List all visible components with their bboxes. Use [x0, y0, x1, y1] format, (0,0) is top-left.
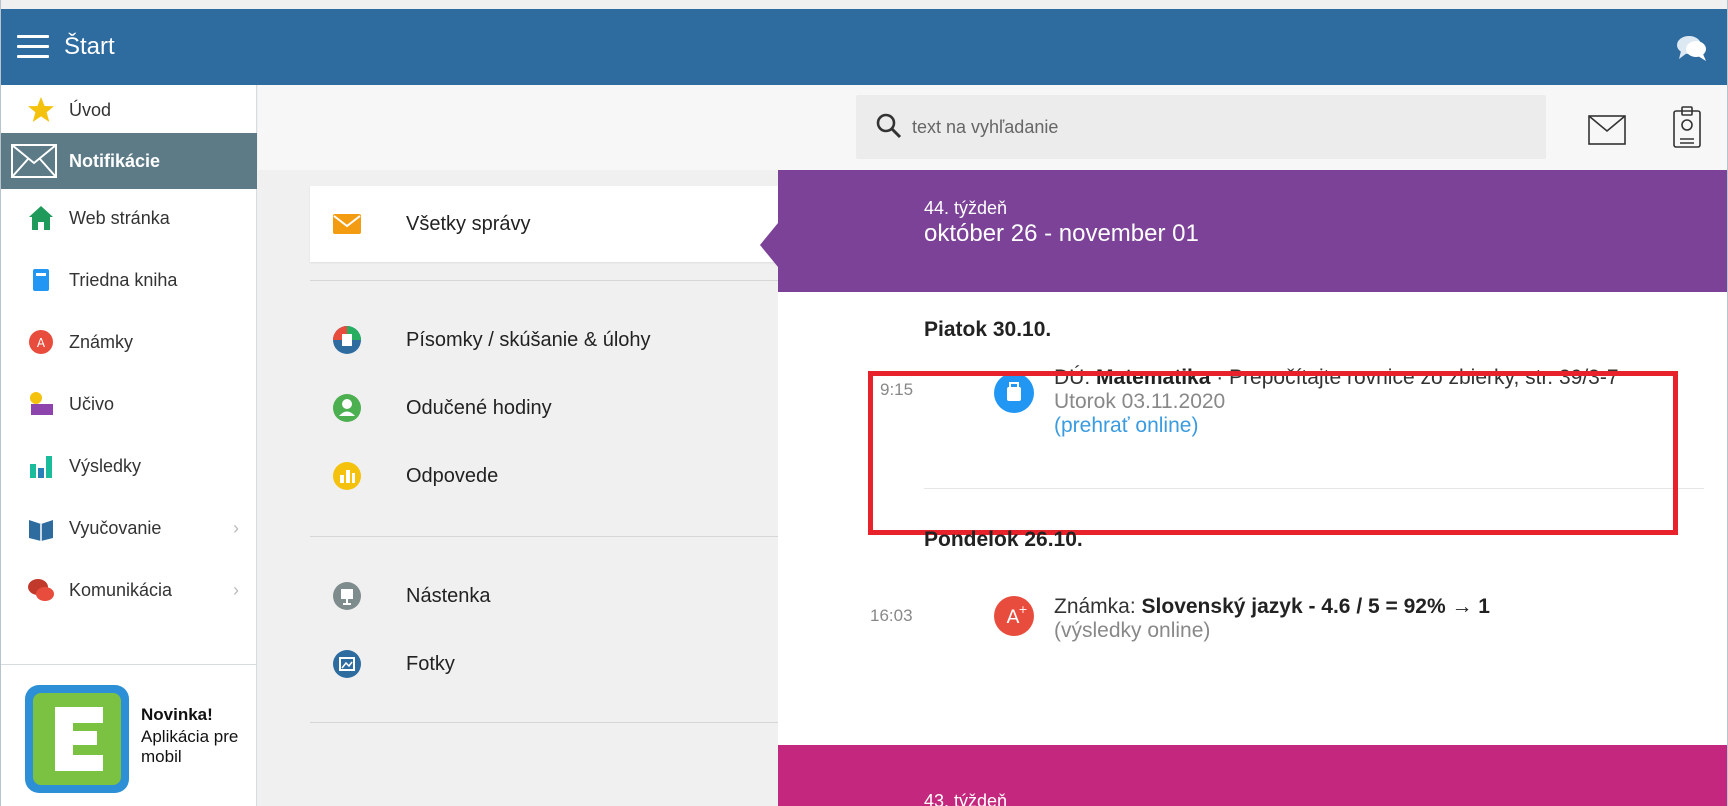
event-subject: Matematika — [1096, 366, 1211, 389]
filter-item-answers[interactable]: Odpovede — [310, 438, 778, 514]
week-number: 43. týždeň — [924, 791, 1008, 806]
event-subject: Slovenský jazyk - 4.6 / 5 = 92% → 1 — [1141, 595, 1490, 618]
page-title: Štart — [64, 33, 115, 60]
id-badge-icon[interactable] — [1672, 105, 1702, 149]
header — [258, 85, 1727, 170]
top-bar: Štart — [1, 9, 1727, 85]
week-number: 44. týždeň — [924, 198, 1008, 218]
play-online-link[interactable]: (prehrať online) — [1054, 414, 1198, 437]
selection-pointer — [760, 223, 778, 267]
day-header: Piatok 30.10. — [924, 318, 1052, 341]
filter-divider — [310, 722, 778, 723]
event-prefix: DÚ: — [1054, 366, 1096, 389]
grade-plus-icon: A+ — [994, 596, 1034, 636]
chevron-right-icon: › — [233, 517, 239, 538]
results-online-link[interactable]: (výsledky online) — [1054, 619, 1210, 642]
homework-bag-icon — [994, 373, 1034, 413]
event-due-date: Utorok 03.11.2020 — [1054, 390, 1226, 413]
filter-panel: Všetky správy Písomky / skúšanie & úlohy… — [258, 170, 778, 806]
mobile-app-promo[interactable]: Novinka! Aplikácia pre mobil — [23, 683, 255, 799]
grade-event[interactable]: Známka: Slovenský jazyk - 4.6 / 5 = 92% … — [1054, 595, 1674, 643]
sidebar-item-komunikacia[interactable]: Komunikácia › — [1, 559, 257, 621]
envelope-icon — [11, 144, 57, 178]
promo-subtitle: Aplikácia pre mobil — [141, 727, 239, 766]
edupage-logo-icon — [25, 685, 129, 793]
svg-text:A: A — [37, 336, 46, 350]
filter-item-tests[interactable]: Písomky / skúšanie & úlohy — [310, 302, 778, 378]
filter-divider — [310, 536, 778, 537]
sidebar-item-label: Úvod — [69, 99, 112, 120]
filter-label: Všetky správy — [406, 212, 531, 235]
filter-divider — [310, 280, 778, 281]
homework-event[interactable]: DÚ: Matematika · Prepočítajte rovnice zo… — [1054, 366, 1664, 438]
svg-text:+: + — [1018, 603, 1027, 616]
filter-label: Písomky / skúšanie & úlohy — [406, 328, 651, 351]
filter-label: Nástenka — [406, 584, 491, 607]
sidebar-item-uvod[interactable]: Úvod — [1, 79, 257, 141]
app-window: Štart Úvod Notifikácie Web stránka Tried… — [0, 0, 1728, 806]
chat-bubbles-icon — [28, 579, 54, 601]
lesson-icon — [30, 392, 53, 415]
filter-label: Odpovede — [406, 464, 499, 487]
filter-label: Odučené hodiny — [406, 396, 552, 419]
star-icon — [28, 97, 54, 122]
sidebar-item-label: Učivo — [69, 393, 115, 414]
filter-item-all-messages[interactable]: Všetky správy — [310, 186, 778, 262]
event-description: · Prepočítajte rovnice zo zbierky, str. … — [1210, 366, 1619, 389]
notification-feed: 44. týždeň október 26 - november 01 Piat… — [778, 170, 1727, 806]
week-header: 43. týždeň — [778, 745, 1727, 806]
bar-chart-icon — [30, 456, 52, 478]
sidebar-item-label: Výsledky — [69, 455, 142, 476]
feed-separator — [924, 488, 1704, 489]
sidebar-item-label: Web stránka — [69, 207, 170, 228]
mail-icon — [333, 214, 361, 234]
event-time: 9:15 — [880, 380, 914, 399]
sidebar-item-web-stranka[interactable]: Web stránka — [1, 187, 257, 249]
event-prefix: Známka: — [1054, 595, 1142, 618]
open-book-icon — [29, 520, 53, 541]
filter-item-board[interactable]: Nástenka — [310, 558, 778, 634]
mail-icon[interactable] — [1588, 115, 1626, 145]
photo-icon — [333, 650, 361, 678]
week-header: 44. týždeň október 26 - november 01 — [778, 170, 1727, 292]
sidebar-item-znamky[interactable]: A Známky — [1, 311, 257, 373]
day-header: Pondelok 26.10. — [924, 528, 1083, 551]
sidebar-item-label: Triedna kniha — [69, 269, 178, 290]
person-icon — [333, 394, 361, 422]
sidebar: Úvod Notifikácie Web stránka Triedna kni… — [1, 85, 257, 806]
board-icon — [333, 582, 361, 610]
hamburger-menu-icon[interactable] — [17, 35, 49, 59]
sidebar-item-label: Komunikácia — [69, 579, 173, 600]
sidebar-item-vysledky[interactable]: Výsledky — [1, 435, 257, 497]
filter-item-lessons[interactable]: Odučené hodiny — [310, 370, 778, 446]
sidebar-divider — [1, 664, 257, 665]
chat-icon[interactable] — [1676, 34, 1708, 62]
filter-label: Fotky — [406, 652, 455, 675]
sidebar-item-label: Známky — [69, 331, 134, 352]
sidebar-item-triedna-kniha[interactable]: Triedna kniha — [1, 249, 257, 311]
sidebar-item-label: Notifikácie — [69, 150, 161, 171]
sidebar-item-ucivo[interactable]: Učivo — [1, 373, 257, 435]
home-icon — [29, 206, 53, 230]
sidebar-item-notifikacie[interactable]: Notifikácie — [1, 133, 257, 189]
grade-icon: A — [29, 330, 53, 354]
chevron-right-icon: › — [233, 579, 239, 600]
promo-title: Novinka! — [141, 705, 213, 724]
search-icon — [876, 113, 902, 139]
event-time: 16:03 — [870, 606, 913, 625]
filter-item-photos[interactable]: Fotky — [310, 626, 778, 702]
book-icon — [33, 269, 49, 291]
search-box — [856, 95, 1546, 159]
search-input[interactable] — [912, 109, 1512, 145]
sidebar-item-label: Vyučovanie — [69, 517, 162, 538]
week-range: október 26 - november 01 — [924, 220, 1199, 247]
answers-icon — [333, 462, 361, 490]
tests-icon — [333, 326, 361, 354]
sidebar-item-vyucovanie[interactable]: Vyučovanie › — [1, 497, 257, 559]
